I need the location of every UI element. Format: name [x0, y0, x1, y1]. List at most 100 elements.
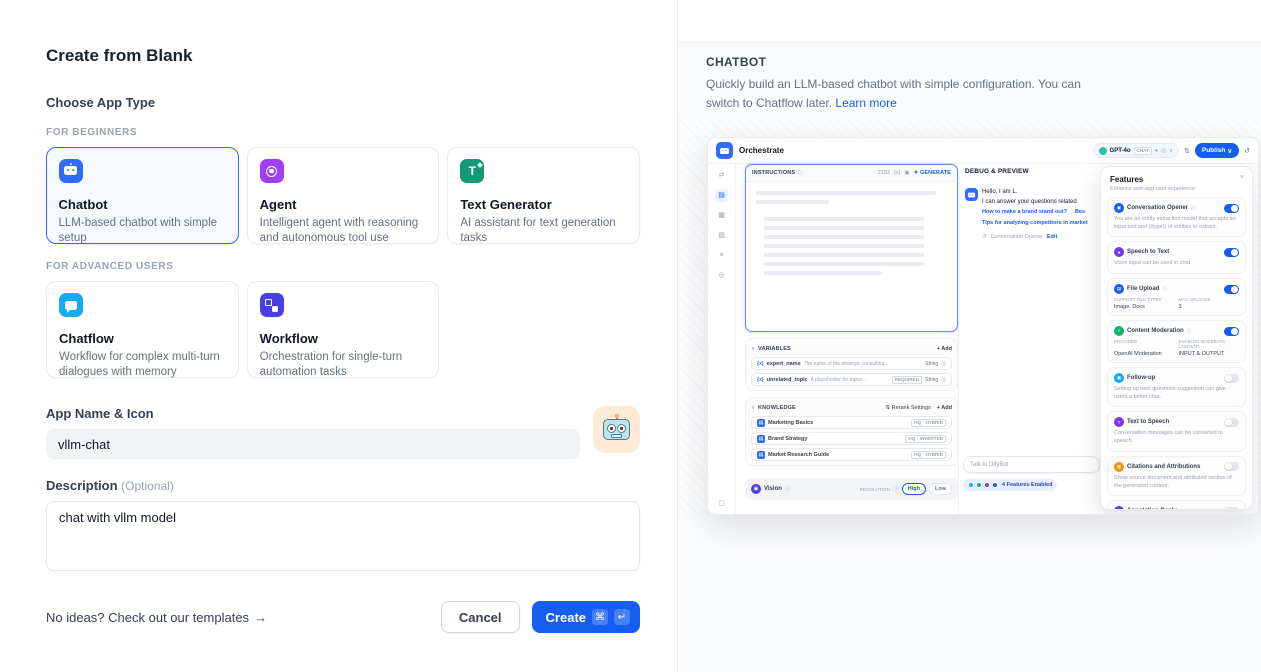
- follow-up-icon: ▣: [1114, 373, 1124, 383]
- feature-dot-icon: [992, 482, 998, 488]
- copy-icon: ▣: [904, 170, 909, 176]
- info-icon: ⓘ: [1191, 205, 1196, 211]
- eye-icon: ◎: [941, 361, 946, 367]
- sidebar-icon-5: ◎: [715, 269, 728, 282]
- variable-row: {x} expert_name The name of the strategi…: [751, 357, 952, 370]
- preview-topbar: Orchestrate GPT-4o CHAT ● ◎ ∨ ⇅ Publish∨…: [708, 138, 1258, 164]
- description-label: Description (Optional): [46, 478, 640, 493]
- checkbox-icon: ▢: [715, 497, 728, 510]
- variables-panel: ∨ VARIABLES + Add {x} expert_name The na…: [745, 338, 958, 391]
- top-strip: [678, 0, 1261, 43]
- app-icon-picker-button[interactable]: [593, 406, 640, 453]
- knowledge-row: ▤ Market Research Guide HQ · HYBRID: [751, 448, 952, 461]
- citations-icon: ▦: [1114, 462, 1124, 472]
- sidebar-icon-2: ▦: [715, 209, 728, 222]
- chat-message: Hello, I am L.I can answer your question…: [965, 188, 1098, 240]
- card-title: Text Generator: [460, 197, 627, 212]
- variables-icon: {x}: [894, 170, 900, 176]
- bot-avatar-icon: [965, 188, 978, 201]
- feature-conversation-opener: ▣ Conversation Opener ⓘ You are an entit…: [1107, 197, 1246, 237]
- feature-file-upload: ▤ File Upload ⓘ SUPPORT FILE TYPES MAX U…: [1107, 278, 1246, 316]
- retrieval-badge: HQ · INVERTED: [905, 435, 946, 443]
- resolution-low-pill: Low: [929, 483, 952, 495]
- page-title: Create from Blank: [46, 46, 640, 66]
- debug-preview-column: DEBUG & PREVIEW Hello, I am L.I can answ…: [958, 164, 1104, 515]
- feature-speech-to-text: ● Speech to Text Voice input can be used…: [1107, 241, 1246, 274]
- chatbot-icon: [59, 159, 83, 183]
- feature-citations: ▦ Citations and Attributions Show source…: [1107, 456, 1246, 496]
- annotation-reply-icon: ▣: [1114, 506, 1124, 510]
- cancel-button[interactable]: Cancel: [441, 601, 520, 633]
- swap-icon: ⇄: [715, 169, 728, 182]
- text-to-speech-icon: T: [1114, 417, 1124, 427]
- file-upload-icon: ▤: [1114, 284, 1124, 294]
- enter-key-icon: ↵: [614, 609, 630, 625]
- instructions-skeleton: [746, 182, 957, 289]
- advanced-app-type-cards: Chatflow Workflow for complex multi-turn…: [46, 281, 640, 378]
- retrieval-badge: HQ · HYBRID: [911, 419, 946, 427]
- toggle: [1224, 374, 1239, 383]
- app-type-card-text-generator[interactable]: T Text Generator AI assistant for text g…: [447, 147, 640, 244]
- app-type-card-agent[interactable]: Agent Intelligent agent with reasoning a…: [247, 147, 440, 244]
- card-desc: Intelligent agent with reasoning and aut…: [260, 216, 427, 246]
- preview-pane: CHATBOT Quickly build an LLM-based chatb…: [677, 0, 1261, 672]
- folder-icon: ▤: [757, 435, 765, 443]
- preview-description: Quickly build an LLM-based chatbot with …: [706, 75, 1116, 112]
- knowledge-row: ▤ Brand Strategy HQ · INVERTED: [751, 432, 952, 445]
- debug-preview-heading: DEBUG & PREVIEW: [965, 168, 1098, 175]
- required-badge: REQUIRED: [892, 376, 922, 384]
- templates-link[interactable]: No ideas? Check out our templates →: [46, 610, 267, 625]
- close-icon: ×: [1240, 174, 1244, 181]
- folder-icon: ▤: [757, 419, 765, 427]
- chat-mode-badge: CHAT: [1134, 147, 1152, 155]
- description-textarea[interactable]: chat with vllm model: [46, 501, 640, 571]
- content-moderation-icon: ✓: [1114, 326, 1124, 336]
- robot-emoji-icon: [603, 419, 630, 440]
- knowledge-panel: ∨ KNOWLEDGE ⇅ Rerank Settings + Add ▤ Ma…: [745, 397, 958, 466]
- learn-more-link[interactable]: Learn more: [835, 96, 896, 110]
- text-generator-icon: T: [460, 159, 484, 183]
- toggle: [1224, 248, 1239, 257]
- modal-footer: No ideas? Check out our templates → Canc…: [46, 601, 640, 633]
- create-app-modal: Create from Blank Choose App Type FOR BE…: [0, 0, 1261, 672]
- workflow-icon: [260, 293, 284, 317]
- features-panel: Features Enhance web-app user experience…: [1100, 166, 1253, 510]
- speech-to-text-icon: ●: [1114, 247, 1124, 257]
- card-title: Chatflow: [59, 331, 226, 346]
- folder-icon: ▤: [757, 451, 765, 459]
- hatched-background: Orchestrate GPT-4o CHAT ● ◎ ∨ ⇅ Publish∨…: [678, 117, 1261, 515]
- history-icon: ↺: [1244, 147, 1250, 155]
- chatflow-icon: [59, 293, 83, 317]
- app-name-input[interactable]: [46, 429, 580, 459]
- generate-button: ✦ GENERATE: [914, 170, 951, 176]
- card-title: Chatbot: [59, 197, 227, 212]
- preview-app-title: Orchestrate: [739, 146, 784, 155]
- preview-heading: CHATBOT: [706, 55, 1233, 69]
- rerank-settings-button: ⇅ Rerank Settings: [885, 405, 930, 411]
- card-title: Agent: [260, 197, 427, 212]
- conversation-opener-icon: ▣: [1114, 203, 1124, 213]
- chat-input: Talk to DifyBot: [963, 456, 1100, 473]
- app-type-card-workflow[interactable]: Workflow Orchestration for single-turn a…: [247, 281, 440, 378]
- app-type-card-chatbot[interactable]: Chatbot LLM-based chatbot with simple se…: [46, 147, 239, 244]
- knowledge-row: ▤ Marketing Basics HQ · HYBRID: [751, 416, 952, 429]
- variable-row: {x} unrelated_topic A placeholder for to…: [751, 373, 952, 386]
- opener-icon: ↺: [982, 234, 987, 240]
- beginner-app-type-cards: Chatbot LLM-based chatbot with simple se…: [46, 147, 640, 244]
- model-selector: GPT-4o CHAT ● ◎ ∨: [1093, 143, 1179, 158]
- for-advanced-users-label: FOR ADVANCED USERS: [46, 261, 640, 272]
- app-type-card-chatflow[interactable]: Chatflow Workflow for complex multi-turn…: [46, 281, 239, 378]
- feature-dot-icon: [976, 482, 982, 488]
- arrow-right-icon: →: [254, 610, 267, 625]
- for-beginners-label: FOR BEGINNERS: [46, 127, 640, 138]
- preview-sidebar: ⇄ ▤ ▦ ▧ ≡ ◎ ▢: [708, 164, 736, 515]
- suggested-question: Tips for analyzing competitors in market: [982, 218, 1088, 228]
- mic-icon: ●: [1155, 148, 1158, 154]
- eye-icon: ◎: [941, 377, 946, 383]
- chevron-down-icon: ∨: [751, 405, 755, 411]
- chevron-down-icon: ∨: [1169, 148, 1173, 154]
- info-icon: ⓘ: [798, 169, 804, 177]
- card-desc: AI assistant for text generation tasks: [460, 216, 627, 246]
- create-button[interactable]: Create ⌘ ↵: [532, 601, 640, 633]
- feature-annotation-reply: ▣ Annotation Reply: [1107, 500, 1246, 510]
